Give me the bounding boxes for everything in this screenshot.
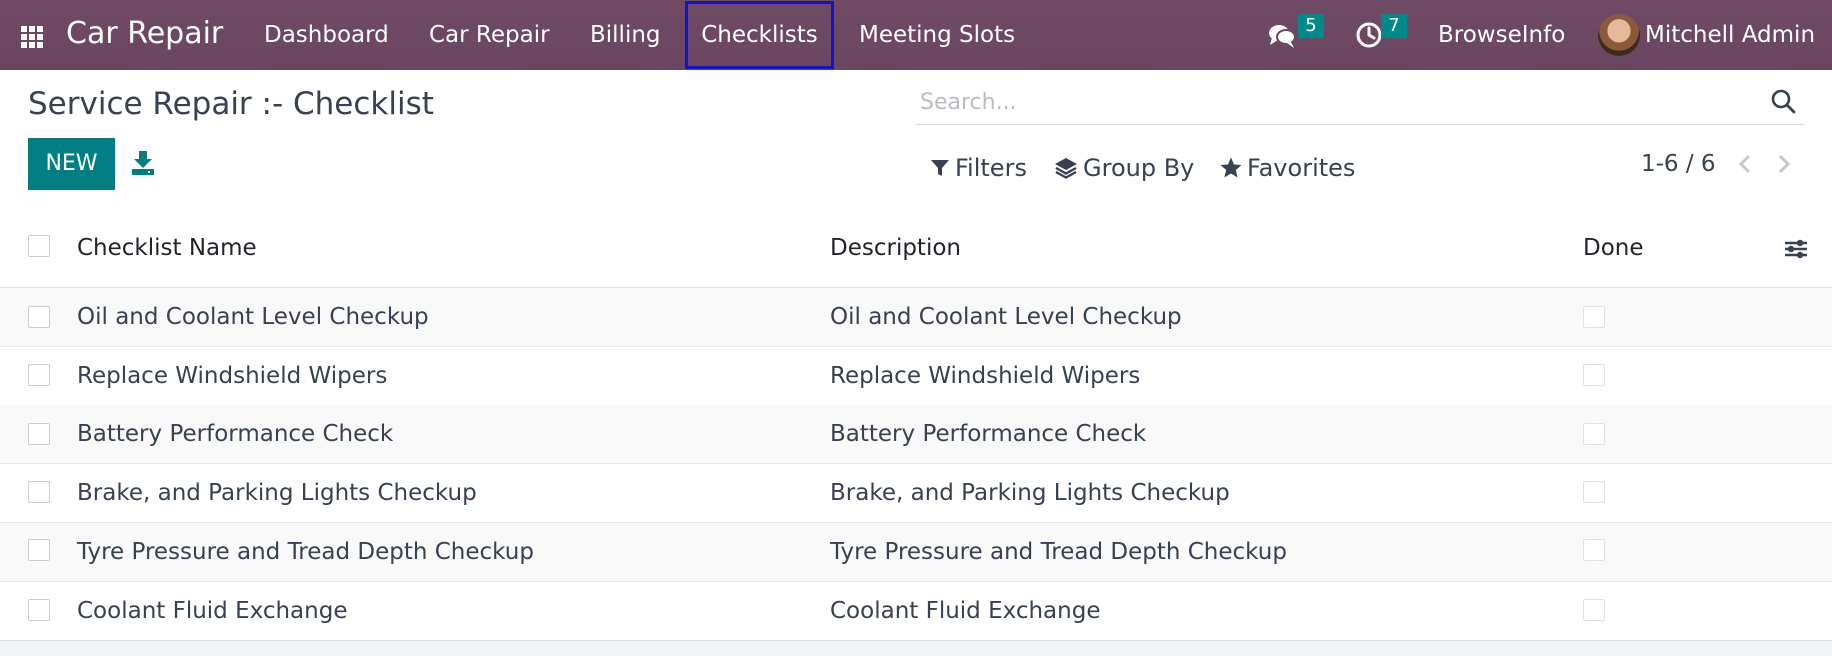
row-select-checkbox[interactable] [28,599,50,621]
activities-badge: 7 [1381,14,1407,38]
done-checkbox [1583,423,1605,445]
pager-next-icon[interactable] [1772,153,1794,175]
checklist-name-cell[interactable]: Battery Performance Check [77,418,393,450]
menu-meeting-slots[interactable]: Meeting Slots [859,17,1015,53]
apps-grid-icon[interactable] [20,25,44,49]
done-checkbox [1583,539,1605,561]
menu-billing[interactable]: Billing [590,17,661,53]
description-cell[interactable]: Replace Windshield Wipers [830,360,1140,392]
table-row[interactable]: Coolant Fluid Exchange Coolant Fluid Exc… [0,582,1832,640]
table-row[interactable]: Battery Performance Check Battery Perfor… [0,405,1832,464]
menu-car-repair[interactable]: Car Repair [429,17,550,53]
group-by-button[interactable]: Group By [1053,152,1194,184]
description-cell[interactable]: Battery Performance Check [830,418,1146,450]
checklist-name-cell[interactable]: Tyre Pressure and Tread Depth Checkup [77,536,534,568]
menu-checklists[interactable]: Checklists [685,1,834,69]
table-row[interactable]: Replace Windshield Wipers Replace Windsh… [0,347,1832,406]
new-button[interactable]: NEW [28,138,115,190]
description-cell[interactable]: Oil and Coolant Level Checkup [830,301,1182,333]
chat-bubbles-icon[interactable] [1267,22,1297,50]
description-cell[interactable]: Coolant Fluid Exchange [830,595,1100,627]
favorites-label: Favorites [1247,154,1356,182]
list-footer [0,640,1832,656]
column-checklist-name[interactable]: Checklist Name [77,232,257,264]
optional-columns-icon[interactable] [1783,237,1809,261]
description-cell[interactable]: Tyre Pressure and Tread Depth Checkup [830,536,1287,568]
group-by-label: Group By [1083,154,1195,182]
row-select-checkbox[interactable] [28,539,50,561]
row-select-checkbox[interactable] [28,423,50,445]
favorites-button[interactable]: Favorites [1219,152,1355,184]
done-checkbox [1583,599,1605,621]
search-input[interactable] [918,84,1742,120]
clock-icon[interactable] [1355,21,1383,49]
company-switcher[interactable]: BrowseInfo [1438,17,1565,53]
messages-badge: 5 [1298,14,1324,38]
user-menu[interactable]: Mitchell Admin [1645,17,1815,53]
done-checkbox [1583,306,1605,328]
filters-button[interactable]: Filters [929,152,1027,184]
menu-dashboard[interactable]: Dashboard [264,17,389,53]
done-checkbox [1583,481,1605,503]
download-icon[interactable] [131,150,155,176]
search-icon[interactable] [1770,88,1796,114]
app-brand[interactable]: Car Repair [66,15,223,53]
top-navbar: Car Repair Dashboard Car Repair Billing … [0,0,1832,70]
page-title: Service Repair :- Checklist [28,86,434,122]
layers-icon [1055,158,1077,179]
filter-funnel-icon [931,160,949,176]
row-select-checkbox[interactable] [28,364,50,386]
select-all-checkbox[interactable] [28,235,50,257]
column-description[interactable]: Description [830,232,961,264]
pager-previous-icon[interactable] [1735,153,1757,175]
row-select-checkbox[interactable] [28,306,50,328]
pager-value[interactable]: 1-6 / 6 [1641,148,1716,180]
checklist-name-cell[interactable]: Replace Windshield Wipers [77,360,387,392]
row-select-checkbox[interactable] [28,481,50,503]
list-header: Checklist Name Description Done [0,210,1832,288]
search-bar [916,80,1804,125]
done-checkbox [1583,364,1605,386]
filters-label: Filters [955,154,1027,182]
table-row[interactable]: Tyre Pressure and Tread Depth Checkup Ty… [0,523,1832,582]
avatar[interactable] [1598,14,1640,56]
description-cell[interactable]: Brake, and Parking Lights Checkup [830,477,1230,509]
column-done[interactable]: Done [1583,232,1644,264]
table-row[interactable]: Oil and Coolant Level Checkup Oil and Co… [0,288,1832,347]
table-row[interactable]: Brake, and Parking Lights Checkup Brake,… [0,464,1832,523]
checklist-name-cell[interactable]: Coolant Fluid Exchange [77,595,347,627]
star-icon [1220,157,1242,178]
checklist-name-cell[interactable]: Brake, and Parking Lights Checkup [77,477,477,509]
checklist-name-cell[interactable]: Oil and Coolant Level Checkup [77,301,429,333]
